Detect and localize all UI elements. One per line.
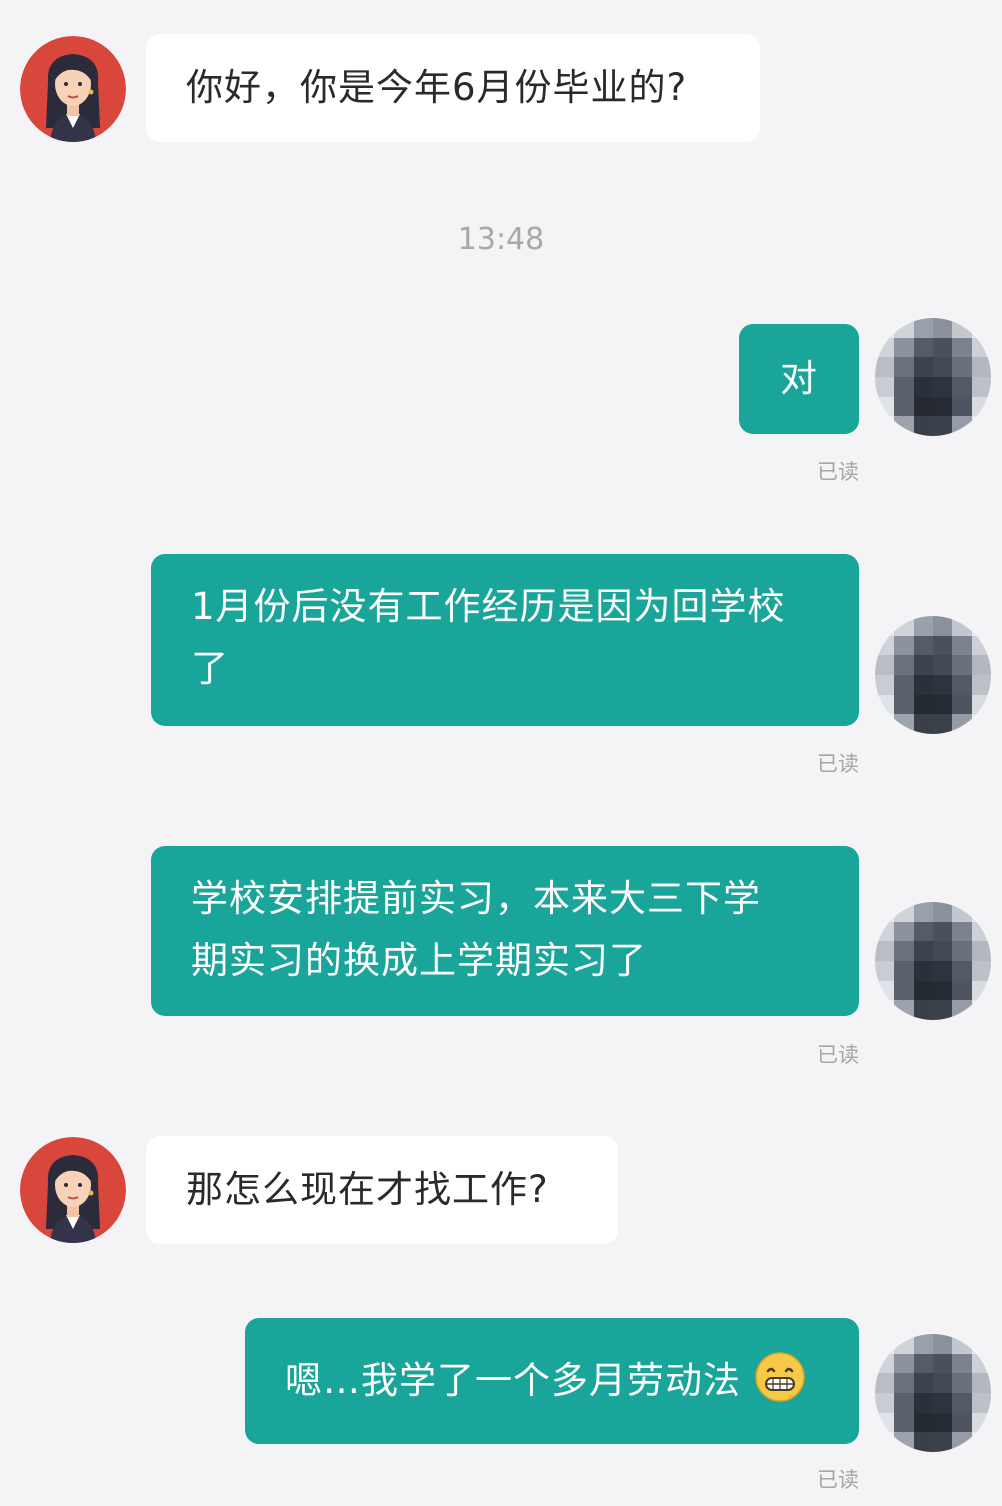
message-bubble-incoming[interactable]: 那怎么现在才找工作? xyxy=(146,1136,618,1244)
contact-avatar[interactable] xyxy=(20,36,126,142)
message-bubble-outgoing[interactable]: 学校安排提前实习，本来大三下学 期实习的换成上学期实习了 xyxy=(151,846,859,1016)
message-text: 你好，你是今年6月份毕业的? xyxy=(186,66,688,109)
message-text: 对 xyxy=(780,357,818,400)
message-bubble-outgoing[interactable]: 对 xyxy=(739,324,859,434)
chat-window: 你好，你是今年6月份毕业的? 13:48 对 已读 1月份后没有工作经历是因为回… xyxy=(0,0,1002,1506)
message-text-line: 学校安排提前实习，本来大三下学 xyxy=(191,877,761,920)
message-text-line: 期实习的换成上学期实习了 xyxy=(191,939,647,982)
message-text: 嗯…我学了一个多月劳动法 xyxy=(285,1359,741,1402)
message-text: 那怎么现在才找工作? xyxy=(186,1168,549,1211)
timestamp: 13:48 xyxy=(457,222,545,257)
message-bubble-incoming[interactable]: 你好，你是今年6月份毕业的? xyxy=(146,34,760,142)
message-text-line: 了 xyxy=(191,647,229,690)
read-status: 已读 xyxy=(817,460,859,484)
message-bubble-outgoing[interactable]: 1月份后没有工作经历是因为回学校 了 xyxy=(151,554,859,726)
read-status: 已读 xyxy=(817,752,859,776)
contact-avatar[interactable] xyxy=(20,1137,126,1243)
message-text-line: 1月份后没有工作经历是因为回学校 xyxy=(191,585,786,628)
woman-avatar-icon xyxy=(20,1137,126,1243)
read-status: 已读 xyxy=(817,1468,859,1492)
message-bubble-outgoing[interactable]: 嗯…我学了一个多月劳动法 xyxy=(245,1318,859,1444)
self-avatar[interactable] xyxy=(875,616,991,734)
woman-avatar-icon xyxy=(20,36,126,142)
self-avatar[interactable] xyxy=(875,1334,991,1452)
self-avatar[interactable] xyxy=(875,902,991,1020)
self-avatar[interactable] xyxy=(875,318,991,436)
read-status: 已读 xyxy=(817,1043,859,1067)
grinning-face-emoji xyxy=(755,1352,805,1402)
